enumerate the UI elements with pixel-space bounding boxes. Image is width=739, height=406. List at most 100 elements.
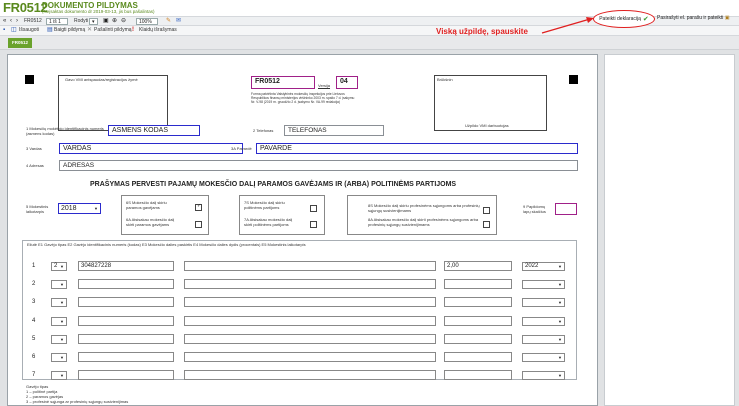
period-value: 2018 <box>61 205 77 212</box>
chevron-down-icon: ▼ <box>60 300 64 305</box>
year-value: 2022 <box>525 263 539 269</box>
chevron-down-icon: ▼ <box>60 319 64 324</box>
chevron-down-icon: ▼ <box>60 282 64 287</box>
address-input[interactable]: ADRESAS <box>59 160 578 171</box>
chevron-down-icon: ▼ <box>558 282 562 287</box>
g2b-label: 7A Atsisakau mokesčio dalį skirti politi… <box>244 217 293 227</box>
group-political-parties: 7S Mokesčio dalį skiriu politinėms parti… <box>239 195 325 235</box>
recipient-type-select[interactable]: ▼ <box>51 298 67 307</box>
row-index: 6 <box>32 354 36 360</box>
field3-label: 3 Vardas <box>26 146 42 151</box>
chevron-down-icon: ▼ <box>60 264 64 269</box>
recipient-code-input[interactable]: 304827228 <box>78 261 174 271</box>
row-index: 3 <box>32 299 36 305</box>
extra-sheets-input[interactable] <box>555 203 577 215</box>
purpose-input[interactable] <box>184 370 436 380</box>
form-main-title: PRAŠYMAS PERVESTI PAJAMŲ MOKESČIO DALĮ P… <box>90 181 457 188</box>
year-select[interactable]: ▼ <box>522 298 565 307</box>
personal-code-input[interactable]: ASMENS KODAS <box>108 125 200 136</box>
field4-label: 4 Adresas <box>26 163 44 168</box>
surname-input[interactable]: PAVARDE <box>256 143 578 154</box>
percent-input[interactable] <box>444 316 512 326</box>
name-input[interactable]: VARDAS <box>59 143 243 154</box>
recipient-code-input[interactable] <box>78 352 174 362</box>
period-select[interactable]: 2018 ▼ <box>58 203 101 214</box>
stamp-right-bottom: Užpildo VMI darbuotojas <box>465 123 509 128</box>
check-icon: ✓ <box>197 203 202 209</box>
sign-submit-button[interactable]: Pasirašyti el. parašu ir pateikti ▣ <box>657 15 730 21</box>
g3b-checkbox[interactable] <box>483 221 490 228</box>
sign-icon: ▣ <box>724 15 730 21</box>
recipient-type-select[interactable]: ▼ <box>51 317 67 326</box>
recipient-type-select[interactable]: ▼ <box>51 353 67 362</box>
purpose-input[interactable] <box>184 261 436 271</box>
purpose-input[interactable] <box>184 334 436 344</box>
stamp-box-left: Gavo VMI antspaudas/registracijos žymė <box>58 75 168 131</box>
version-box: 04 <box>336 76 358 89</box>
form-code-box: FR0512 <box>251 76 315 89</box>
submit-declaration-button[interactable]: Pateikti deklaraciją ✔ <box>593 10 655 28</box>
recipient-code-input[interactable] <box>78 316 174 326</box>
stamp-left-label: Gavo VMI antspaudas/registracijos žymė <box>65 77 138 82</box>
year-select[interactable]: ▼ <box>522 335 565 344</box>
percent-input[interactable] <box>444 370 512 380</box>
percent-input[interactable] <box>444 279 512 289</box>
g1a-label: 6S Mokesčio dalį skiriu paramos gavėjams <box>126 200 167 210</box>
purpose-input[interactable] <box>184 279 436 289</box>
year-select[interactable]: ▼ <box>522 371 565 380</box>
chevron-down-icon: ▼ <box>60 337 64 342</box>
stamp-right-top: Brūkšnin <box>437 77 453 82</box>
recipient-code-input[interactable] <box>78 279 174 289</box>
percent-input[interactable] <box>444 352 512 362</box>
field9-label: 9 Papildomų lapų skaičius <box>523 204 546 214</box>
recipient-type-select[interactable]: ▼ <box>51 280 67 289</box>
g1b-checkbox[interactable] <box>195 221 202 228</box>
form-code: FR0512 <box>255 78 280 85</box>
purpose-input[interactable] <box>184 316 436 326</box>
chevron-down-icon: ▼ <box>558 264 562 269</box>
row-index: 4 <box>32 318 36 324</box>
recipient-code-input[interactable] <box>78 334 174 344</box>
chevron-down-icon: ▼ <box>558 319 562 324</box>
field5-label: 5 Mokestinis laikotarpis <box>26 204 49 214</box>
chevron-down-icon: ▼ <box>558 300 562 305</box>
recipient-type-select[interactable]: 2 ▼ <box>51 262 67 271</box>
submit-label: Pateikti deklaraciją <box>599 16 641 22</box>
year-select[interactable]: ▼ <box>522 317 565 326</box>
purpose-input[interactable] <box>184 352 436 362</box>
group-trade-unions: 8S Mokesčio dalį skiriu profesinėms sąju… <box>347 195 497 235</box>
stamp-box-right: Brūkšnin Užpildo VMI darbuotojas <box>434 75 547 131</box>
checkmark-icon: ✔ <box>642 16 649 23</box>
percent-input[interactable] <box>444 334 512 344</box>
year-select[interactable]: ▼ <box>522 353 565 362</box>
recipient-code-input[interactable] <box>78 297 174 307</box>
row-index: 5 <box>32 336 36 342</box>
g1a-checkbox[interactable]: ✓ <box>195 203 202 211</box>
recipient-type-select[interactable]: ▼ <box>51 335 67 344</box>
chevron-down-icon: ▼ <box>558 373 562 378</box>
percent-input[interactable]: 2,00 <box>444 261 512 271</box>
g2b-checkbox[interactable] <box>310 221 317 228</box>
side-pane <box>604 54 735 406</box>
g3a-label: 8S Mokesčio dalį skiriu profesinėms sąju… <box>368 203 480 213</box>
recipient-code-input[interactable] <box>78 370 174 380</box>
purpose-input[interactable] <box>184 297 436 307</box>
g3b-label: 8A Atsisakau mokesčio dalį skirti profes… <box>368 217 479 227</box>
chevron-down-icon: ▼ <box>60 355 64 360</box>
chevron-down-icon: ▼ <box>60 373 64 378</box>
g2a-checkbox[interactable] <box>310 205 317 212</box>
g2a-label: 7S Mokesčio dalį skiriu politinėms parti… <box>244 200 285 210</box>
phone-input[interactable]: TELEFONAS <box>284 125 384 136</box>
corner-marker-left <box>25 75 34 84</box>
recipient-type-select[interactable]: ▼ <box>51 371 67 380</box>
year-select[interactable]: 2022 ▼ <box>522 262 565 271</box>
annotation-text: Viską užpildę, spauskite <box>436 27 528 36</box>
row-index: 2 <box>32 281 36 287</box>
year-select[interactable]: ▼ <box>522 280 565 289</box>
chevron-down-icon: ▼ <box>558 337 562 342</box>
form-description: Forma patvirtinta Valstybinės mokesčių i… <box>251 92 355 104</box>
version-label: Versija <box>318 83 331 88</box>
version-value: 04 <box>340 78 348 85</box>
g3a-checkbox[interactable] <box>483 207 490 214</box>
percent-input[interactable] <box>444 297 512 307</box>
